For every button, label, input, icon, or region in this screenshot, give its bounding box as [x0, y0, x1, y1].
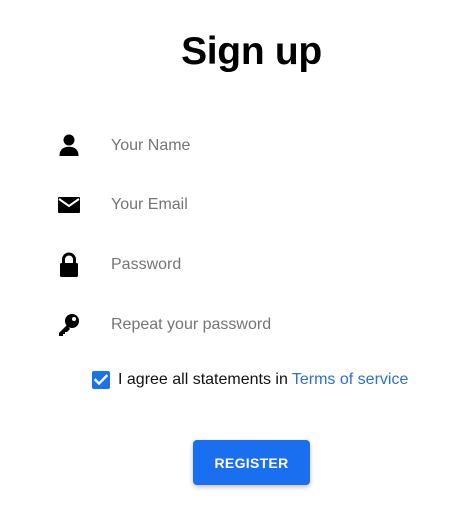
lock-icon: [56, 252, 82, 278]
password-field-row: [0, 246, 463, 286]
repeat-password-input[interactable]: [111, 314, 411, 336]
name-input[interactable]: [111, 135, 411, 157]
register-button[interactable]: REGISTER: [193, 440, 310, 485]
terms-row: I agree all statements in Terms of servi…: [92, 369, 408, 391]
terms-checkbox[interactable]: [92, 371, 110, 389]
terms-of-service-link[interactable]: Terms of service: [292, 371, 408, 389]
page-title: Sign up: [181, 30, 322, 73]
password-input[interactable]: [111, 254, 411, 276]
email-input[interactable]: [111, 194, 411, 216]
checkmark-icon: [94, 374, 108, 386]
email-field-row: [0, 186, 463, 226]
envelope-icon: [56, 192, 82, 218]
key-icon: [56, 312, 82, 338]
repeat-password-field-row: [0, 306, 463, 346]
terms-label: I agree all statements in: [118, 371, 288, 388]
user-icon: [56, 133, 82, 159]
name-field-row: [0, 127, 463, 167]
